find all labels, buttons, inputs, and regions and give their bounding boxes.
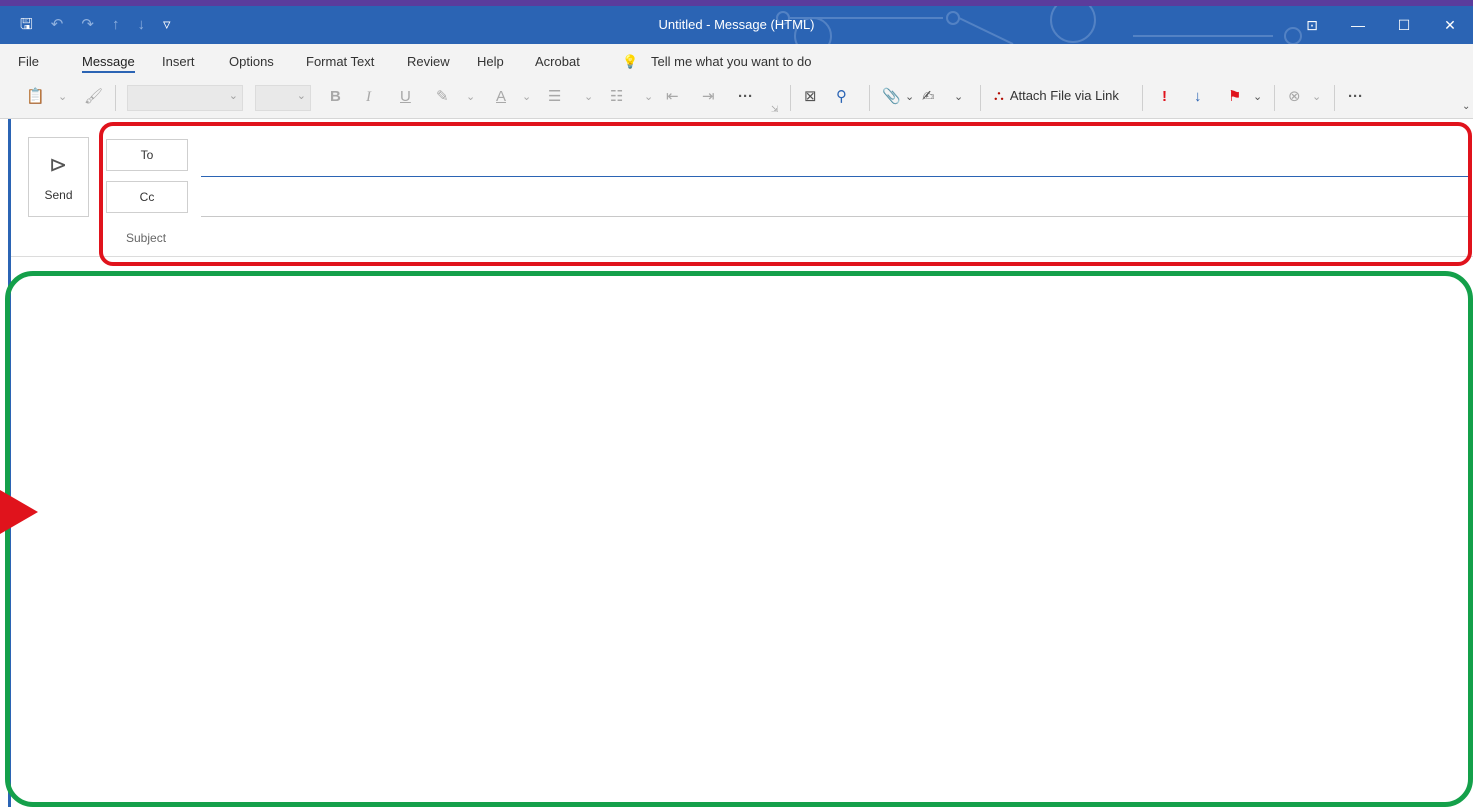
signature-icon[interactable]: ✍ <box>922 87 935 107</box>
lightbulb-icon: 💡 <box>622 54 639 69</box>
underline-icon[interactable]: U <box>400 87 411 107</box>
flag-dropdown-icon[interactable]: ⌄ <box>1253 87 1262 107</box>
divider <box>790 85 791 111</box>
font-color-icon[interactable]: A <box>496 87 506 107</box>
maximize-button[interactable]: ☐ <box>1381 6 1427 44</box>
follow-up-flag-icon[interactable]: ⚑ <box>1228 87 1241 107</box>
numbering-icon[interactable]: ☷ <box>610 87 623 107</box>
title-bar: 🖫 ↶ ↷ ↑ ↓ ▿ Untitled - Message (HTML) ⊡ … <box>0 6 1473 44</box>
check-names-icon[interactable]: ⚲ <box>836 87 847 107</box>
bullets-icon[interactable]: ☰ <box>548 87 561 107</box>
highlight-icon[interactable]: ✎ <box>436 87 449 107</box>
red-highlight-box <box>99 122 1472 266</box>
signature-dropdown-icon[interactable]: ⌄ <box>954 87 963 107</box>
more-formatting-icon[interactable]: ··· <box>738 87 753 107</box>
tab-options[interactable]: Options <box>229 54 274 69</box>
red-arrow-pointer <box>0 490 38 534</box>
chevron-down-icon: ⌄ <box>296 90 306 102</box>
send-icon: ⊳ <box>49 152 68 177</box>
dialog-launcher-icon[interactable]: ⇲ <box>771 99 779 119</box>
tab-help[interactable]: Help <box>477 54 504 69</box>
close-button[interactable]: ✕ <box>1427 6 1473 44</box>
paste-dropdown-icon[interactable]: ⌄ <box>58 87 67 107</box>
expand-ribbon-icon[interactable]: ⌄ <box>1462 97 1470 117</box>
format-painter-icon[interactable]: 🖌 <box>84 87 103 107</box>
attach-dropdown-icon[interactable]: ⌄ <box>905 87 914 107</box>
ribbon-display-options-icon[interactable]: ⊡ <box>1289 6 1335 44</box>
decrease-indent-icon[interactable]: ⇤ <box>666 87 679 107</box>
tab-acrobat[interactable]: Acrobat <box>535 54 580 69</box>
tab-review[interactable]: Review <box>407 54 450 69</box>
increase-indent-icon[interactable]: ⇥ <box>702 87 715 107</box>
font-name-select[interactable]: ⌄ <box>127 85 243 111</box>
numbering-dropdown-icon[interactable]: ⌄ <box>644 87 653 107</box>
font-size-select[interactable]: ⌄ <box>255 85 311 111</box>
address-book-icon[interactable]: ⊠ <box>804 87 817 107</box>
divider <box>1274 85 1275 111</box>
attach-file-via-link-button[interactable]: ⛬ Attach File via Link <box>994 87 1119 104</box>
menu-bar: File Message Insert Options Format Text … <box>0 44 1473 77</box>
divider <box>115 85 116 111</box>
tell-me-search[interactable]: Tell me what you want to do <box>651 54 811 69</box>
paste-icon[interactable]: 📋 <box>26 87 45 107</box>
window-controls: ⊡ — ☐ ✕ <box>1289 6 1473 44</box>
tab-message[interactable]: Message <box>82 54 135 73</box>
send-label: Send <box>44 188 73 202</box>
high-importance-icon[interactable]: ! <box>1162 87 1167 107</box>
more-commands-icon[interactable]: ··· <box>1348 87 1363 107</box>
send-button[interactable]: ⊳ Send <box>28 137 89 217</box>
chevron-down-icon: ⌄ <box>228 90 238 102</box>
tab-file[interactable]: File <box>18 54 39 69</box>
tab-format-text[interactable]: Format Text <box>306 54 374 69</box>
bold-icon[interactable]: B <box>330 87 341 107</box>
divider <box>980 85 981 111</box>
italic-icon[interactable]: I <box>366 87 371 107</box>
divider <box>869 85 870 111</box>
divider <box>1142 85 1143 111</box>
bullets-dropdown-icon[interactable]: ⌄ <box>584 87 593 107</box>
acrobat-icon: ⛬ <box>994 87 1004 103</box>
low-importance-icon[interactable]: ↓ <box>1194 87 1202 107</box>
paperclip-icon[interactable]: 📎 <box>882 87 901 107</box>
highlight-dropdown-icon[interactable]: ⌄ <box>466 87 475 107</box>
window-title: Untitled - Message (HTML) <box>658 17 815 32</box>
sensitivity-icon[interactable]: ⊗ <box>1288 87 1301 107</box>
attach-file-via-link-label: Attach File via Link <box>1009 88 1119 103</box>
minimize-button[interactable]: — <box>1335 6 1381 44</box>
tab-insert[interactable]: Insert <box>162 54 195 69</box>
green-highlight-box <box>5 271 1473 807</box>
font-color-dropdown-icon[interactable]: ⌄ <box>522 87 531 107</box>
sensitivity-dropdown-icon[interactable]: ⌄ <box>1312 87 1321 107</box>
ribbon-toolbar: 📋 ⌄ 🖌 ⌄ ⌄ B I U ✎ ⌄ A ⌄ ☰ ⌄ ☷ ⌄ ⇤ ⇥ ··· … <box>0 77 1473 119</box>
divider <box>1334 85 1335 111</box>
